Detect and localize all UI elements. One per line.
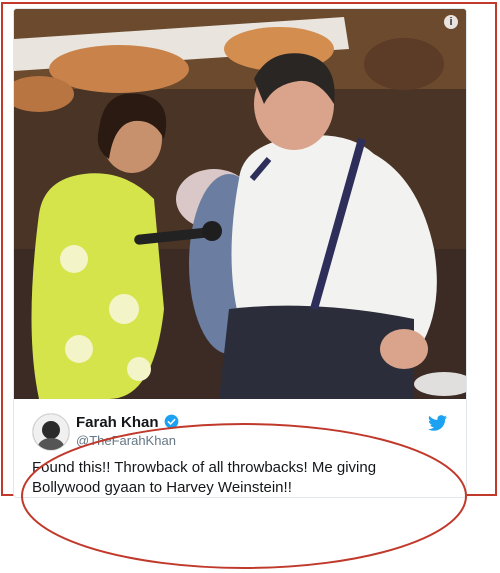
photo-illustration: [14, 9, 466, 400]
verified-badge-icon: [164, 414, 179, 429]
tweet-text-line: Found this!! Throwback of all throwbacks…: [32, 459, 377, 476]
tweet-card[interactable]: i Farah Khan @TheFarahKhan Found this!! …: [13, 8, 467, 498]
tweet-header: Farah Khan @TheFarahKhan: [14, 409, 466, 455]
info-icon[interactable]: i: [444, 15, 458, 29]
tweet-text: Found this!! Throwback of all throwbacks…: [32, 458, 452, 497]
tweet-photo[interactable]: i: [14, 9, 466, 400]
author-handle[interactable]: @TheFarahKhan: [76, 433, 176, 448]
author-name[interactable]: Farah Khan: [76, 414, 159, 431]
avatar-image: [33, 414, 69, 450]
twitter-bird-icon[interactable]: [428, 415, 448, 432]
author-avatar[interactable]: [32, 413, 70, 451]
tweet-text-line: Bollywood gyaan to Harvey Weinstein!!: [32, 479, 292, 496]
